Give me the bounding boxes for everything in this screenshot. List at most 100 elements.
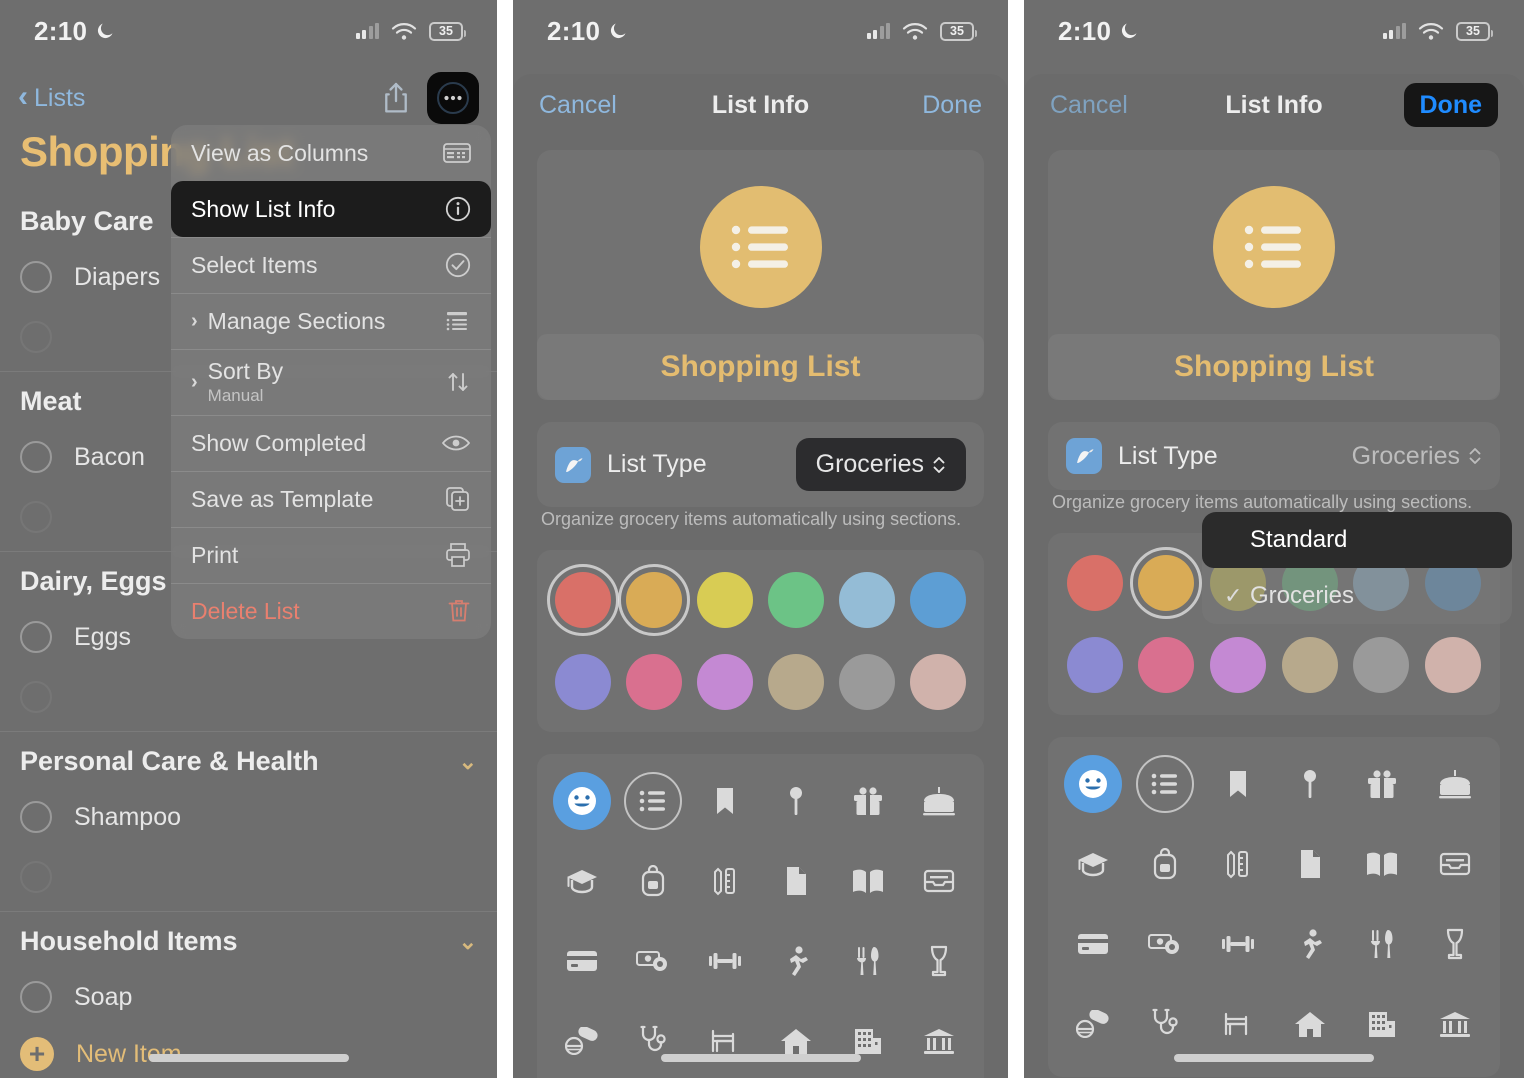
list-item-empty[interactable] xyxy=(0,847,497,907)
dropdown-option-standard[interactable]: Standard xyxy=(1202,512,1512,568)
wine-glass-icon[interactable] xyxy=(1426,915,1484,973)
cake-icon[interactable] xyxy=(910,772,968,830)
bookmark-icon[interactable] xyxy=(696,772,754,830)
color-swatch[interactable] xyxy=(1066,555,1123,611)
bank-icon[interactable] xyxy=(1426,995,1484,1053)
chevron-down-icon[interactable]: ⌄ xyxy=(459,749,477,775)
section-header[interactable]: Household Items ⌄ xyxy=(0,912,497,967)
done-button[interactable]: Done xyxy=(872,91,982,120)
list-type-value-button[interactable]: Groceries xyxy=(795,438,966,491)
pills-icon[interactable] xyxy=(553,1012,611,1070)
list-type-row[interactable]: List Type Groceries xyxy=(537,422,984,507)
list-name-field[interactable]: Shopping List xyxy=(1048,334,1500,400)
smiley-face-icon[interactable] xyxy=(552,772,611,830)
cake-icon[interactable] xyxy=(1426,755,1484,813)
list-type-value-button[interactable]: Groceries xyxy=(1352,442,1482,471)
list-avatar[interactable] xyxy=(699,186,822,308)
checkbox-circle-icon[interactable] xyxy=(20,861,52,893)
back-button[interactable]: ‹ Lists xyxy=(18,82,85,113)
color-swatch[interactable] xyxy=(909,572,966,628)
pills-icon[interactable] xyxy=(1064,995,1122,1053)
building-icon[interactable] xyxy=(1353,995,1411,1053)
list-name-field[interactable]: Shopping List xyxy=(537,334,984,400)
color-swatch[interactable] xyxy=(1138,637,1195,693)
color-swatch[interactable] xyxy=(767,654,824,710)
checkbox-circle-icon[interactable] xyxy=(20,441,52,473)
dumbbell-icon[interactable] xyxy=(1209,915,1267,973)
pencil-ruler-icon[interactable] xyxy=(696,852,754,910)
list-item[interactable]: Soap xyxy=(0,967,497,1027)
color-swatch[interactable] xyxy=(909,654,966,710)
stethoscope-icon[interactable] xyxy=(1136,995,1194,1053)
checkbox-circle-icon[interactable] xyxy=(20,981,52,1013)
checkbox-circle-icon[interactable] xyxy=(20,261,52,293)
pencil-ruler-icon[interactable] xyxy=(1209,835,1267,893)
cancel-button[interactable]: Cancel xyxy=(539,91,649,120)
menu-item-show-completed[interactable]: Show Completed xyxy=(171,415,491,471)
color-swatch[interactable] xyxy=(1066,637,1123,693)
bookmark-icon[interactable] xyxy=(1209,755,1267,813)
menu-item-show-list-info[interactable]: Show List Info xyxy=(171,181,491,237)
new-item-button[interactable]: + New Item xyxy=(0,1027,497,1078)
checkbox-circle-icon[interactable] xyxy=(20,321,52,353)
dumbbell-icon[interactable] xyxy=(696,932,754,990)
more-options-button[interactable] xyxy=(427,72,479,124)
menu-item-delete-list[interactable]: Delete List xyxy=(171,583,491,639)
done-button[interactable]: Done xyxy=(1388,82,1498,127)
bench-icon[interactable] xyxy=(1209,995,1267,1053)
menu-item-view-as-columns[interactable]: View as Columns xyxy=(171,125,491,181)
list-item[interactable]: Shampoo xyxy=(0,787,497,847)
color-swatch[interactable] xyxy=(697,654,754,710)
house-icon[interactable] xyxy=(1281,995,1339,1053)
money-icon[interactable] xyxy=(1136,915,1194,973)
graduation-cap-icon[interactable] xyxy=(553,852,611,910)
fork-knife-icon[interactable] xyxy=(1353,915,1411,973)
checkbox-circle-icon[interactable] xyxy=(20,801,52,833)
gift-icon[interactable] xyxy=(1353,755,1411,813)
credit-card-icon[interactable] xyxy=(553,932,611,990)
chevron-down-icon[interactable]: ⌄ xyxy=(459,929,477,955)
money-icon[interactable] xyxy=(624,932,682,990)
tray-icon[interactable] xyxy=(1426,835,1484,893)
checkbox-circle-icon[interactable] xyxy=(20,501,52,533)
fork-knife-icon[interactable] xyxy=(839,932,897,990)
list-type-row[interactable]: List Type Groceries xyxy=(1048,422,1500,490)
color-swatch[interactable] xyxy=(767,572,824,628)
menu-item-sort-by[interactable]: › Sort By Manual xyxy=(171,349,491,415)
color-swatch[interactable] xyxy=(1210,637,1267,693)
color-swatch[interactable] xyxy=(626,654,683,710)
cancel-button[interactable]: Cancel xyxy=(1050,91,1160,120)
pin-icon[interactable] xyxy=(767,772,825,830)
credit-card-icon[interactable] xyxy=(1064,915,1122,973)
runner-icon[interactable] xyxy=(767,932,825,990)
document-icon[interactable] xyxy=(1281,835,1339,893)
open-book-icon[interactable] xyxy=(1353,835,1411,893)
document-icon[interactable] xyxy=(767,852,825,910)
bulleted-list-icon[interactable] xyxy=(1136,755,1195,813)
runner-icon[interactable] xyxy=(1281,915,1339,973)
color-swatch[interactable] xyxy=(1281,637,1338,693)
color-swatch[interactable] xyxy=(547,564,620,636)
wine-glass-icon[interactable] xyxy=(910,932,968,990)
bank-icon[interactable] xyxy=(910,1012,968,1070)
color-swatch[interactable] xyxy=(1353,637,1410,693)
list-avatar[interactable] xyxy=(1213,186,1335,308)
bulleted-list-icon[interactable] xyxy=(624,772,683,830)
checkbox-circle-icon[interactable] xyxy=(20,681,52,713)
list-item-empty[interactable] xyxy=(0,667,497,727)
color-swatch-selected[interactable] xyxy=(618,564,691,636)
share-icon[interactable] xyxy=(381,81,411,115)
open-book-icon[interactable] xyxy=(839,852,897,910)
pin-icon[interactable] xyxy=(1281,755,1339,813)
menu-item-save-as-template[interactable]: Save as Template xyxy=(171,471,491,527)
graduation-cap-icon[interactable] xyxy=(1064,835,1122,893)
section-header[interactable]: Personal Care & Health ⌄ xyxy=(0,732,497,787)
smiley-face-icon[interactable] xyxy=(1064,755,1123,813)
gift-icon[interactable] xyxy=(839,772,897,830)
checkbox-circle-icon[interactable] xyxy=(20,621,52,653)
color-swatch[interactable] xyxy=(838,654,895,710)
dropdown-option-groceries[interactable]: ✓ Groceries xyxy=(1202,568,1512,624)
menu-item-select-items[interactable]: Select Items xyxy=(171,237,491,293)
color-swatch[interactable] xyxy=(555,654,612,710)
tray-icon[interactable] xyxy=(910,852,968,910)
